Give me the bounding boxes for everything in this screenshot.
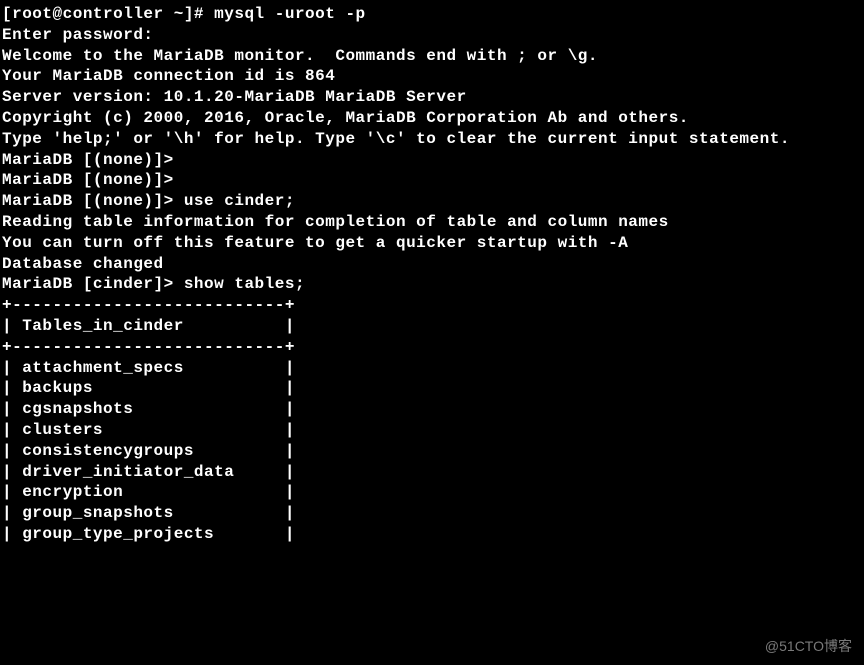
table-row: | clusters | [2,420,864,441]
table-row: | group_snapshots | [2,503,864,524]
connection-id-line: Your MariaDB connection id is 864 [2,66,864,87]
table-row: | driver_initiator_data | [2,462,864,483]
table-row: | group_type_projects | [2,524,864,545]
mariadb-none-prompt: MariaDB [(none)]> [2,170,864,191]
table-row: | backups | [2,378,864,399]
help-line: Type 'help;' or '\h' for help. Type '\c'… [2,129,864,150]
turn-off-line: You can turn off this feature to get a q… [2,233,864,254]
database-changed-line: Database changed [2,254,864,275]
welcome-line: Welcome to the MariaDB monitor. Commands… [2,46,864,67]
shell-prompt-line: [root@controller ~]# mysql -uroot -p [2,4,864,25]
table-row: | attachment_specs | [2,358,864,379]
server-version-line: Server version: 10.1.20-MariaDB MariaDB … [2,87,864,108]
use-cinder-command: MariaDB [(none)]> use cinder; [2,191,864,212]
table-header: | Tables_in_cinder | [2,316,864,337]
table-row: | consistencygroups | [2,441,864,462]
reading-info-line: Reading table information for completion… [2,212,864,233]
table-separator: +---------------------------+ [2,337,864,358]
copyright-line: Copyright (c) 2000, 2016, Oracle, MariaD… [2,108,864,129]
password-prompt: Enter password: [2,25,864,46]
table-row: | encryption | [2,482,864,503]
table-separator: +---------------------------+ [2,295,864,316]
table-row: | cgsnapshots | [2,399,864,420]
watermark-text: @51CTO博客 [765,637,852,655]
terminal-output[interactable]: [root@controller ~]# mysql -uroot -p Ent… [2,4,864,545]
show-tables-command: MariaDB [cinder]> show tables; [2,274,864,295]
mariadb-none-prompt: MariaDB [(none)]> [2,150,864,171]
